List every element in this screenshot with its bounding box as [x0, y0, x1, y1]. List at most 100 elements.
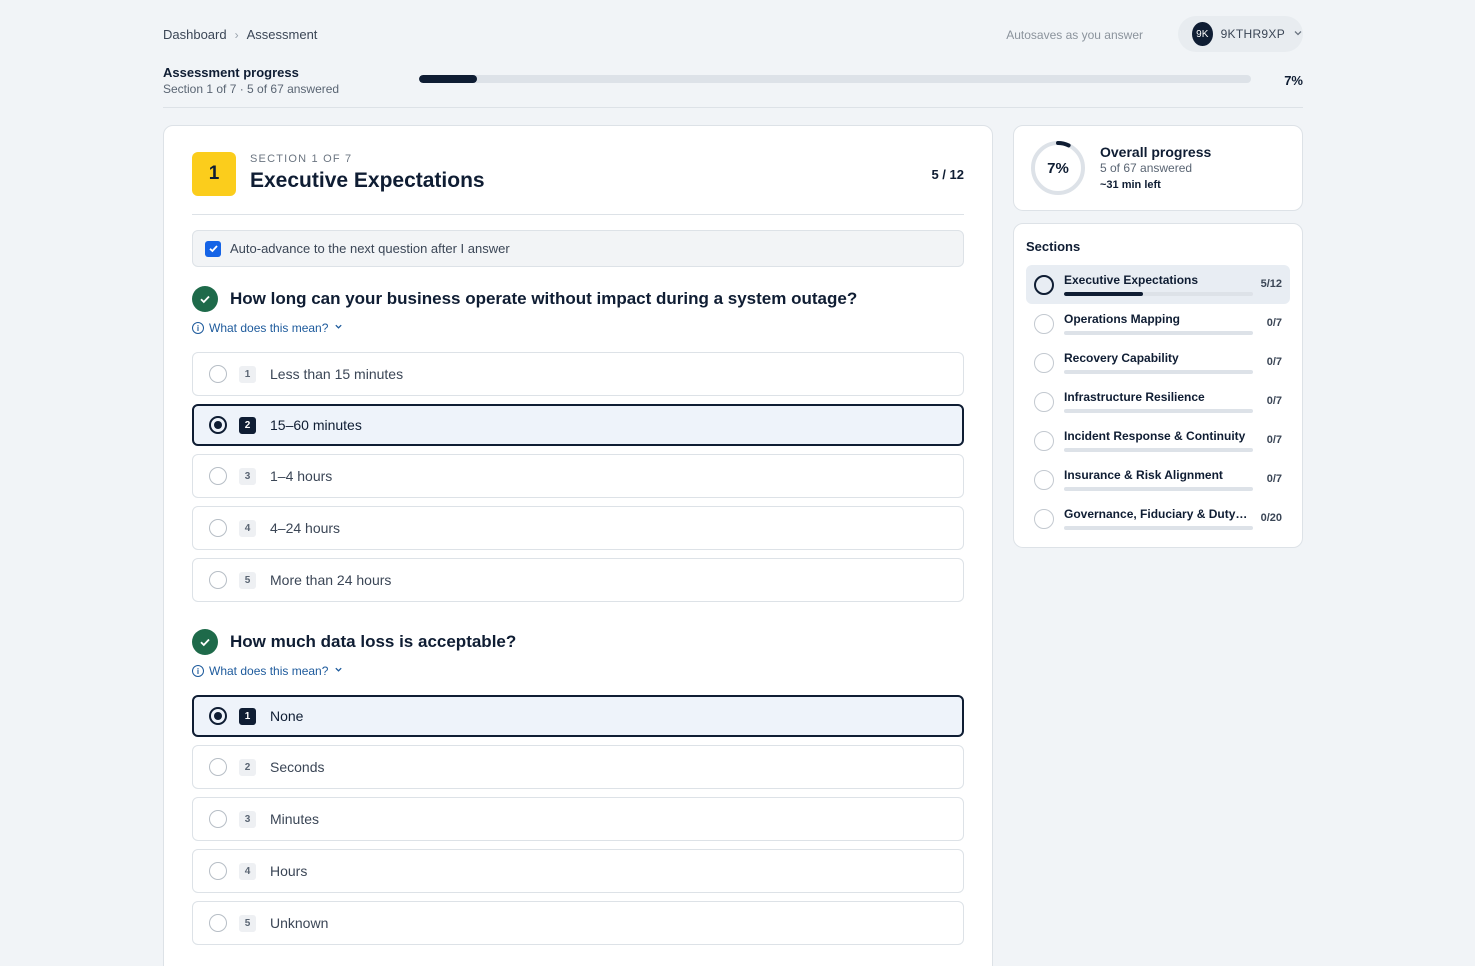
question-text: How long can your business operate witho…: [230, 289, 858, 308]
info-icon: i: [192, 665, 204, 677]
section-nav-label: Infrastructure Resilience: [1064, 390, 1205, 404]
section-nav-count: 0/7: [1266, 473, 1282, 485]
assessment-progress-subtitle: Section 1 of 7 · 5 of 67 answered: [163, 82, 340, 96]
radio-button[interactable]: [209, 519, 227, 537]
breadcrumb: Dashboard › Assessment: [163, 27, 317, 42]
assessment-progress-title: Assessment progress: [163, 65, 299, 80]
option-label: Hours: [270, 863, 308, 879]
shortcut-key: 1: [239, 707, 256, 725]
shortcut-key: 2: [239, 416, 256, 434]
answer-option[interactable]: 4 Hours: [192, 849, 964, 893]
section-nav-label: Operations Mapping: [1064, 312, 1181, 326]
section-nav-item[interactable]: Incident Response & Continuity 0/7: [1026, 421, 1290, 460]
radio-button[interactable]: [209, 758, 227, 776]
answered-check-icon: [192, 286, 218, 312]
auto-advance-toggle[interactable]: Auto-advance to the next question after …: [192, 230, 964, 267]
overall-progress-card: 7% Overall progress 5 of 67 answered ~31…: [1013, 125, 1303, 211]
breadcrumb-separator: ›: [234, 27, 239, 42]
info-icon: i: [192, 322, 204, 334]
section-nav-item[interactable]: Recovery Capability 0/7: [1026, 343, 1290, 382]
option-label: Seconds: [270, 759, 325, 775]
section-progress-bar: [1064, 331, 1253, 335]
question-text: How much data loss is acceptable?: [230, 632, 517, 651]
section-nav-label: Insurance & Risk Alignment: [1064, 468, 1223, 482]
radio-button[interactable]: [209, 707, 227, 725]
radio-button[interactable]: [209, 571, 227, 589]
auto-advance-checkbox[interactable]: [205, 240, 221, 257]
section-answer-count: 5 / 12: [931, 167, 964, 182]
autosave-status: Autosaves as you answer: [1006, 28, 1143, 42]
radio-button[interactable]: [209, 862, 227, 880]
section-kicker: SECTION 1 OF 7: [250, 153, 353, 165]
section-progress-bar: [1064, 292, 1253, 296]
assessment-progress-fill: [419, 75, 478, 83]
section-progress-bar: [1064, 409, 1253, 413]
answer-option[interactable]: 3 Minutes: [192, 797, 964, 841]
section-nav-label: Executive Expectations: [1064, 273, 1199, 287]
option-label: Less than 15 minutes: [270, 366, 404, 382]
option-label: 1–4 hours: [270, 468, 333, 484]
answer-option[interactable]: 4 4–24 hours: [192, 506, 964, 550]
sections-title: Sections: [1026, 239, 1081, 254]
chevron-down-icon: [1293, 25, 1303, 43]
time-remaining: ~31 min left: [1100, 179, 1161, 191]
breadcrumb-current: Assessment: [246, 27, 318, 42]
overall-percent: 7%: [1047, 159, 1069, 177]
question-1: How long can your business operate witho…: [192, 286, 964, 610]
top-bar: Dashboard › Assessment Autosaves as you …: [163, 16, 1303, 52]
shortcut-key: 4: [239, 862, 256, 880]
section-nav-item[interactable]: Operations Mapping 0/7: [1026, 304, 1290, 343]
option-label: More than 24 hours: [270, 572, 392, 588]
section-progress-fill: [1064, 292, 1144, 296]
option-label: Unknown: [270, 915, 329, 931]
section-nav-item[interactable]: Infrastructure Resilience 0/7: [1026, 382, 1290, 421]
answer-option[interactable]: 5 Unknown: [192, 901, 964, 945]
answer-option-selected[interactable]: 2 15–60 minutes: [192, 404, 964, 446]
section-nav-item[interactable]: Insurance & Risk Alignment 0/7: [1026, 460, 1290, 499]
answer-option[interactable]: 3 1–4 hours: [192, 454, 964, 498]
section-status-circle: [1034, 392, 1054, 412]
answer-option[interactable]: 1 Less than 15 minutes: [192, 352, 964, 396]
section-nav-item[interactable]: Executive Expectations 5/12: [1026, 265, 1290, 304]
section-status-circle: [1034, 431, 1054, 451]
answer-option[interactable]: 2 Seconds: [192, 745, 964, 789]
radio-button[interactable]: [209, 365, 227, 383]
option-label: None: [270, 708, 304, 724]
question-card: 1 SECTION 1 OF 7 Executive Expectations …: [163, 125, 993, 966]
section-nav-item[interactable]: Governance, Fiduciary & Duty Compliance …: [1026, 499, 1290, 538]
help-label: What does this mean?: [209, 664, 329, 678]
section-nav-label: Incident Response & Continuity: [1064, 429, 1246, 443]
assessment-progress-header: Assessment progress Section 1 of 7 · 5 o…: [163, 64, 1303, 108]
user-menu-button[interactable]: 9K 9KTHR9XP: [1178, 16, 1303, 52]
assessment-progress-bar: [419, 75, 1251, 83]
shortcut-key: 3: [239, 810, 256, 828]
radio-button[interactable]: [209, 810, 227, 828]
help-toggle[interactable]: i What does this mean?: [192, 663, 964, 679]
section-progress-bar: [1064, 526, 1253, 530]
shortcut-key: 4: [239, 519, 256, 537]
section-progress-bar: [1064, 448, 1253, 452]
shortcut-key: 2: [239, 758, 256, 776]
option-label: 15–60 minutes: [270, 417, 362, 433]
shortcut-key: 3: [239, 467, 256, 485]
radio-button[interactable]: [209, 914, 227, 932]
section-nav-count: 0/7: [1266, 395, 1282, 407]
avatar: 9K: [1192, 22, 1213, 46]
question-2: How much data loss is acceptable? i What…: [192, 629, 964, 953]
shortcut-key: 5: [239, 571, 256, 589]
section-status-circle: [1034, 275, 1054, 295]
section-nav-label: Recovery Capability: [1064, 351, 1179, 365]
radio-button[interactable]: [209, 416, 227, 434]
radio-button[interactable]: [209, 467, 227, 485]
breadcrumb-dashboard-link[interactable]: Dashboard: [163, 27, 227, 42]
sections-nav-card: Sections Executive Expectations 5/12 Ope…: [1013, 223, 1303, 548]
answer-option[interactable]: 5 More than 24 hours: [192, 558, 964, 602]
chevron-down-icon: [334, 665, 343, 677]
help-label: What does this mean?: [209, 321, 329, 335]
answer-option-selected[interactable]: 1 None: [192, 695, 964, 737]
help-toggle[interactable]: i What does this mean?: [192, 320, 964, 336]
divider: [192, 214, 964, 215]
answer-options: 1 None 2 Seconds 3 Minutes 4 Hours 5 Unk…: [192, 695, 964, 945]
section-nav-count: 0/7: [1266, 434, 1282, 446]
answer-options: 1 Less than 15 minutes 2 15–60 minutes 3…: [192, 352, 964, 602]
